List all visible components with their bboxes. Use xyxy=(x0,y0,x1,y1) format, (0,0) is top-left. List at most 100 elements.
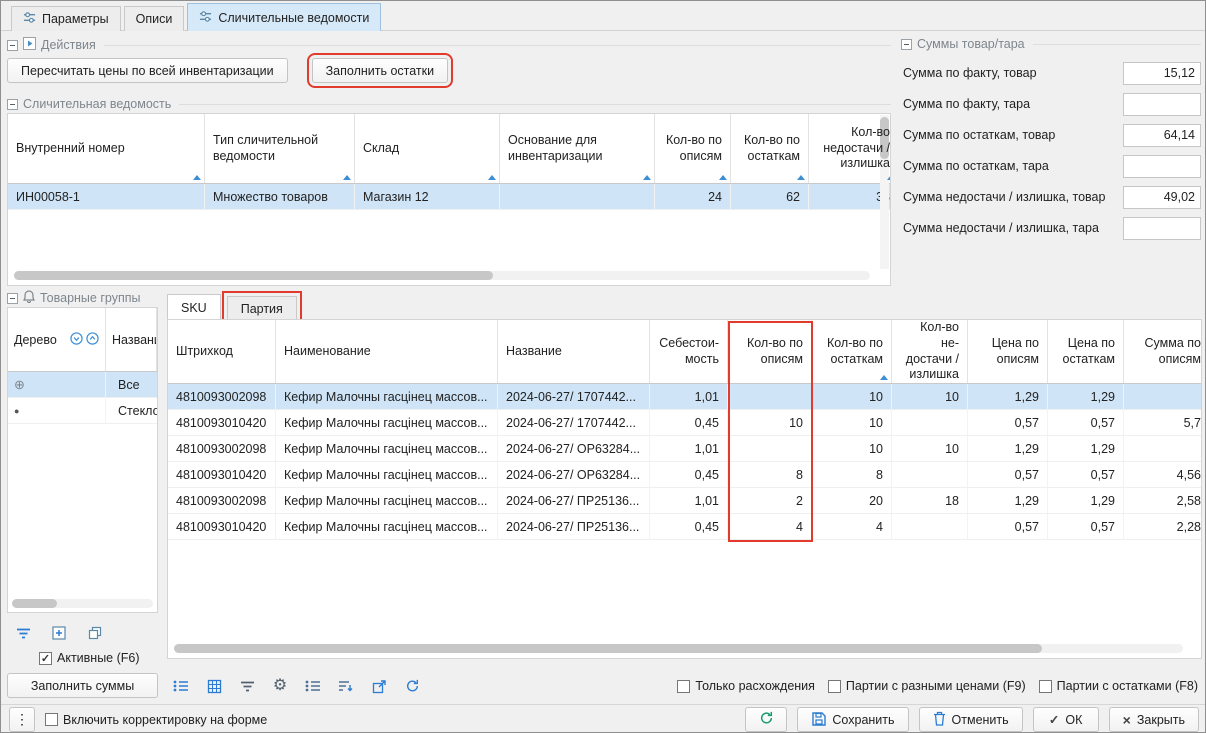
view-grid-icon[interactable] xyxy=(204,676,224,696)
table-row[interactable]: 4810093002098Кефир Малочны гасцінец масс… xyxy=(168,488,1201,514)
tree-expander-cell[interactable]: ⊕ xyxy=(8,372,106,397)
sort-filter-icon[interactable] xyxy=(336,676,356,696)
sum-remainders-tare-input[interactable] xyxy=(1123,155,1201,178)
cell: Кефир Малочны гасцінец массов... xyxy=(276,384,498,409)
ok-button[interactable]: ✓ ОК xyxy=(1033,707,1099,732)
tree-row-steklo[interactable]: ● Стекло xyxy=(8,398,157,424)
scroll-thumb[interactable] xyxy=(14,271,493,280)
column-header[interactable]: Кол-во по остаткам xyxy=(812,320,892,383)
collapse-icon[interactable] xyxy=(7,40,18,51)
more-options-button[interactable]: ⋮ xyxy=(9,707,35,732)
cell: 62 xyxy=(731,184,809,209)
tab-label: Партия xyxy=(241,302,283,316)
detail-toolbar: ⚙ Только расхождения Партии с разными це… xyxy=(167,671,1202,701)
close-icon: × xyxy=(1123,712,1131,728)
tab-inventories[interactable]: Описи xyxy=(124,6,185,31)
sliders-icon xyxy=(199,10,212,26)
column-header[interactable]: Кол-во недостачи / излишка xyxy=(809,114,891,183)
table-row[interactable]: 4810093002098Кефир Малочны гасцінец масс… xyxy=(168,384,1201,410)
column-label: Себестои-мость xyxy=(658,336,719,367)
collapse-icon[interactable] xyxy=(7,293,18,304)
cell xyxy=(728,436,812,461)
tree-toolbar xyxy=(13,623,105,643)
tree-column-header[interactable]: Название xyxy=(106,308,157,371)
active-groups-checkbox[interactable]: ✓ Активные (F6) xyxy=(39,651,140,665)
table-row[interactable]: ИН00058-1Множество товаровМагазин 122462… xyxy=(8,184,890,210)
fill-sums-button[interactable]: Заполнить суммы xyxy=(7,673,158,698)
sum-remainders-goods-input[interactable] xyxy=(1123,124,1201,147)
column-header[interactable]: Штрихкод xyxy=(168,320,276,383)
tab-partiya[interactable]: Партия xyxy=(227,296,297,320)
column-header[interactable]: Сумма по описям xyxy=(1124,320,1202,383)
scroll-thumb[interactable] xyxy=(174,644,1042,653)
close-button[interactable]: × Закрыть xyxy=(1109,707,1199,732)
column-header[interactable]: Наименование xyxy=(276,320,498,383)
numbered-list-icon[interactable] xyxy=(303,676,323,696)
column-header[interactable]: Внутренний номер xyxy=(8,114,205,183)
column-header[interactable]: Склад xyxy=(355,114,500,183)
field-label: Сумма недостачи / излишка, тара xyxy=(903,221,1099,235)
cell: Кефир Малочны гасцінец массов... xyxy=(276,410,498,435)
cell: 10 xyxy=(812,384,892,409)
cancel-button[interactable]: Отменить xyxy=(919,707,1023,732)
column-header[interactable]: Кол-во не-достачи / излишка xyxy=(892,320,968,383)
scroll-thumb[interactable] xyxy=(12,599,57,608)
sum-shortage-goods-input[interactable] xyxy=(1123,186,1201,209)
column-header[interactable]: Себестои-мость xyxy=(650,320,728,383)
table-row[interactable]: 4810093002098Кефир Малочны гасцінец масс… xyxy=(168,436,1201,462)
sum-shortage-tare-input[interactable] xyxy=(1123,217,1201,240)
tree-column-header[interactable]: Дерево xyxy=(8,308,106,371)
tree-row-all[interactable]: ⊕ Все xyxy=(8,372,157,398)
column-label: Кол-во не-достачи / излишка xyxy=(900,320,959,383)
column-header[interactable]: Цена по описям xyxy=(968,320,1048,383)
column-header[interactable]: Кол-во по описям xyxy=(728,320,812,383)
save-icon xyxy=(811,711,826,729)
tab-sku[interactable]: SKU xyxy=(167,294,221,321)
column-header[interactable]: Цена по остаткам xyxy=(1048,320,1124,383)
view-list-icon[interactable] xyxy=(171,676,191,696)
expand-all-icon[interactable] xyxy=(86,332,99,348)
enable-adjustment-checkbox[interactable]: Включить корректировку на форме xyxy=(45,713,267,727)
horizontal-scrollbar[interactable] xyxy=(14,271,870,280)
column-header[interactable]: Кол-во по остаткам xyxy=(731,114,809,183)
with-remainders-checkbox[interactable]: Партии с остатками (F8) xyxy=(1039,679,1198,693)
horizontal-scrollbar[interactable] xyxy=(12,599,153,608)
cell: Кефир Малочны гасцінец массов... xyxy=(276,436,498,461)
collapse-all-icon[interactable] xyxy=(70,332,83,348)
collapse-icon[interactable] xyxy=(901,39,912,50)
sum-fact-goods-input[interactable] xyxy=(1123,62,1201,85)
column-header[interactable]: Кол-во по описям xyxy=(655,114,731,183)
different-prices-checkbox[interactable]: Партии с разными ценами (F9) xyxy=(828,679,1026,693)
collapse-icon[interactable] xyxy=(7,99,18,110)
settings-gear-icon[interactable]: ⚙ xyxy=(270,676,290,696)
save-button[interactable]: Сохранить xyxy=(797,707,908,732)
table-row[interactable]: 4810093010420Кефир Малочны гасцінец масс… xyxy=(168,462,1201,488)
export-icon[interactable] xyxy=(369,676,389,696)
filter-icon[interactable] xyxy=(237,676,257,696)
tab-label: Параметры xyxy=(42,12,109,26)
copy-icon[interactable] xyxy=(85,623,105,643)
add-group-icon[interactable] xyxy=(49,623,69,643)
expand-node-icon[interactable]: ⊕ xyxy=(14,377,25,393)
refresh-button[interactable] xyxy=(745,707,787,732)
only-discrepancies-checkbox[interactable]: Только расхождения xyxy=(677,679,815,693)
horizontal-scrollbar[interactable] xyxy=(174,644,1183,653)
fill-remainders-button[interactable]: Заполнить остатки xyxy=(312,58,448,83)
recalc-prices-button[interactable]: Пересчитать цены по всей инвентаризации xyxy=(7,58,288,83)
table-row[interactable]: 4810093010420Кефир Малочны гасцінец масс… xyxy=(168,410,1201,436)
group-title: Сличительная ведомость xyxy=(23,97,171,111)
tree-filter-icon[interactable] xyxy=(13,623,33,643)
column-label: Кол-во по остаткам xyxy=(820,336,883,367)
tab-parameters[interactable]: Параметры xyxy=(11,6,121,31)
cell: 20 xyxy=(812,488,892,513)
sum-fact-tare-input[interactable] xyxy=(1123,93,1201,116)
divider xyxy=(179,104,891,105)
column-header[interactable]: Тип сличительной ведомости xyxy=(205,114,355,183)
column-header[interactable]: Название xyxy=(498,320,650,383)
refresh-icon[interactable] xyxy=(402,676,422,696)
tab-comparison-statements[interactable]: Сличительные ведомости xyxy=(187,3,381,31)
column-header[interactable]: Основание для инвентаризации xyxy=(500,114,655,183)
cell: 4810093010420 xyxy=(168,514,276,539)
tree-expander-cell[interactable]: ● xyxy=(8,398,106,423)
table-row[interactable]: 4810093010420Кефир Малочны гасцінец масс… xyxy=(168,514,1201,540)
